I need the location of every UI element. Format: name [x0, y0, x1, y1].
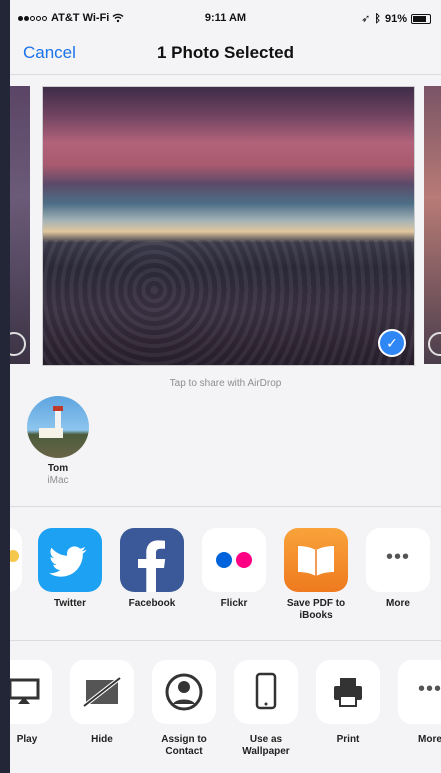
share-actions-row: Play Hide Assign to Contact Use as Wallp…: [10, 660, 441, 770]
facebook-icon: [120, 528, 184, 592]
app-facebook[interactable]: Facebook: [114, 528, 190, 610]
divider: [10, 506, 441, 507]
action-use-as-wallpaper[interactable]: Use as Wallpaper: [228, 660, 304, 758]
app-label: Flickr: [220, 598, 248, 609]
app-label: Save PDF to iBooks: [286, 598, 346, 621]
contact-icon: [152, 660, 216, 724]
app-more[interactable]: ••• More: [360, 528, 436, 610]
app-partial-icon[interactable]: [10, 528, 22, 592]
checkmark-icon[interactable]: ✓: [378, 329, 406, 357]
app-label: More: [386, 598, 410, 609]
more-dots-icon: •••: [398, 660, 441, 724]
page-title: 1 Photo Selected: [157, 43, 294, 62]
printer-icon: [316, 660, 380, 724]
flickr-icon: [202, 528, 266, 592]
photo-thumbnail-selected[interactable]: ✓: [42, 86, 415, 366]
photo-thumbnail-prev[interactable]: [10, 86, 30, 364]
app-label: Facebook: [128, 598, 176, 609]
navigation-bar: Cancel 1 Photo Selected: [10, 34, 441, 75]
share-apps-row: Twitter Facebook Flickr Save PDF to iBoo…: [10, 528, 441, 636]
select-circle-icon[interactable]: [10, 332, 26, 356]
action-label: Print: [336, 734, 360, 745]
status-right: ➶ ᛒ 91%: [361, 12, 431, 25]
action-assign-contact[interactable]: Assign to Contact: [146, 660, 222, 758]
avatar: [27, 396, 89, 458]
location-icon: ➶: [361, 13, 371, 25]
phone-icon: [234, 660, 298, 724]
action-label: Hide: [91, 734, 113, 745]
photo-strip[interactable]: ✓: [10, 86, 441, 366]
action-label: Use as Wallpaper: [242, 734, 290, 757]
app-label: Twitter: [53, 598, 87, 609]
airdrop-hint: Tap to share with AirDrop: [169, 378, 282, 389]
action-label: Assign to Contact: [161, 734, 207, 757]
photo-thumbnail-next[interactable]: [424, 86, 441, 364]
action-more[interactable]: ••• More: [392, 660, 441, 746]
action-print[interactable]: Print: [310, 660, 386, 746]
action-label: More: [418, 734, 441, 745]
select-circle-icon[interactable]: [428, 332, 441, 356]
app-twitter[interactable]: Twitter: [32, 528, 108, 610]
app-flickr[interactable]: Flickr: [196, 528, 272, 610]
share-sheet: AT&T Wi-Fi 9:11 AM ➶ ᛒ 91% Cancel 1 Phot…: [10, 0, 441, 773]
action-label: Play: [16, 734, 38, 745]
status-bar: AT&T Wi-Fi 9:11 AM ➶ ᛒ 91%: [10, 0, 441, 34]
ibooks-icon: [284, 528, 348, 592]
divider: [10, 640, 441, 641]
hide-icon: [70, 660, 134, 724]
twitter-icon: [38, 528, 102, 592]
contact-name: Tom: [47, 463, 69, 474]
app-ibooks[interactable]: Save PDF to iBooks: [278, 528, 354, 622]
more-dots-icon: •••: [366, 528, 430, 592]
airplay-icon: [10, 660, 52, 724]
action-airplay[interactable]: Play: [10, 660, 58, 746]
battery-icon: [411, 13, 431, 24]
action-hide[interactable]: Hide: [64, 660, 140, 746]
contact-device: iMac: [47, 475, 69, 486]
airdrop-contact[interactable]: Tom iMac: [25, 396, 91, 486]
battery-label: 91%: [384, 12, 407, 25]
bluetooth-icon: ᛒ: [374, 12, 381, 25]
